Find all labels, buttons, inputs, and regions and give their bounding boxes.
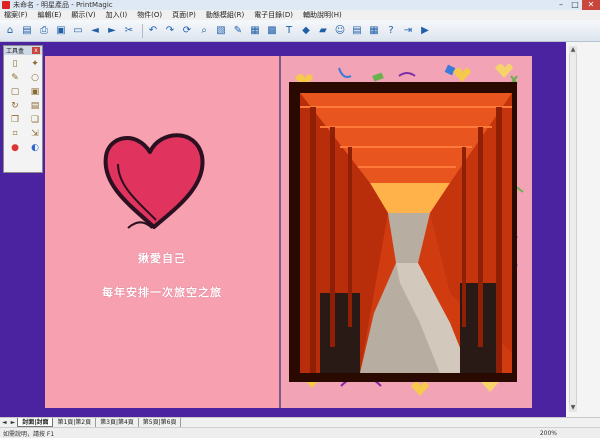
toolbox-close-button[interactable]: x <box>32 47 40 54</box>
play-icon[interactable]: ▶ <box>418 24 432 38</box>
toolbox-panel[interactable]: 工具盒 x ▯ ✦ ✎ ○ ▢ ▣ ↻ ▤ ❐ ❏ ⌗ ⇲ ● ◐ <box>3 45 43 173</box>
status-help-text: 如需說明，請按 F1 <box>3 430 55 438</box>
scroll-down-arrow[interactable]: ▼ <box>569 404 577 412</box>
back-icon[interactable]: ◄ <box>88 24 102 38</box>
duplicate-icon[interactable]: ❏ <box>28 114 42 126</box>
color-icon[interactable]: ● <box>8 142 22 154</box>
help-icon[interactable]: ? <box>384 24 398 38</box>
tab-pages-5-6[interactable]: 第5頁|第6頁 <box>139 418 182 427</box>
search-icon[interactable]: ⌕ <box>197 24 211 38</box>
menu-object[interactable]: 物件(O) <box>135 10 170 20</box>
rotate-icon[interactable]: ↻ <box>8 100 22 112</box>
calendar-icon[interactable]: ▦ <box>367 24 381 38</box>
undo-icon[interactable]: ↶ <box>146 24 160 38</box>
image-icon[interactable]: ▣ <box>28 86 42 98</box>
home-icon[interactable]: ⌂ <box>3 24 17 38</box>
edit-image-icon[interactable]: ✎ <box>231 24 245 38</box>
tab-next-icon[interactable]: ► <box>9 419 18 426</box>
menu-ecatalog[interactable]: 電子目錄(D) <box>252 10 301 20</box>
toolbox-title: 工具盒 <box>6 48 25 55</box>
image-icon[interactable]: ▧ <box>214 24 228 38</box>
redo-icon[interactable]: ↷ <box>163 24 177 38</box>
folder-icon[interactable]: ▰ <box>316 24 330 38</box>
close-button[interactable]: ✕ <box>582 0 600 10</box>
circle-icon[interactable]: ○ <box>28 72 42 84</box>
heart-graphic[interactable] <box>98 124 210 234</box>
menu-view[interactable]: 顯示(V) <box>69 10 103 20</box>
menu-bar: 檔案(F) 編輯(E) 顯示(V) 加入(I) 物件(O) 頁面(P) 動態模組… <box>0 10 600 20</box>
minimize-button[interactable]: – <box>554 0 568 10</box>
cut-icon[interactable]: ✂ <box>122 24 136 38</box>
menu-dynamic-module[interactable]: 動態模組(R) <box>204 10 252 20</box>
crop-icon[interactable]: ⌗ <box>8 128 22 140</box>
zoom-level: 200% <box>539 429 557 437</box>
menu-edit[interactable]: 編輯(E) <box>36 10 70 20</box>
print-icon[interactable]: ⎙ <box>37 24 51 38</box>
menu-page[interactable]: 頁面(P) <box>170 10 204 20</box>
menu-file[interactable]: 檔案(F) <box>2 10 36 20</box>
gallery-icon[interactable]: ▩ <box>265 24 279 38</box>
status-bar: 如需說明，請按 F1 200% <box>0 427 600 438</box>
page-tab-bar: ◄ ► 封面|封面 第1頁|第2頁 第3頁|第4頁 第5頁|第6頁 <box>0 417 600 427</box>
tab-pages-3-4[interactable]: 第3頁|第4頁 <box>96 418 139 427</box>
window-title: 未命名 - 明星產品 - PrintMagic <box>13 1 113 9</box>
menu-help[interactable]: 輔助說明(H) <box>301 10 350 20</box>
copy-icon[interactable]: ❐ <box>8 114 22 126</box>
text-icon[interactable]: T <box>282 24 296 38</box>
tab-prev-icon[interactable]: ◄ <box>0 419 9 426</box>
tab-cover[interactable]: 封面|封面 <box>17 418 54 427</box>
title-bar: 未命名 - 明星產品 - PrintMagic – □ ✕ <box>0 0 600 10</box>
open-icon[interactable]: ▤ <box>20 24 34 38</box>
shape-icon[interactable]: ◆ <box>299 24 313 38</box>
torii-tunnel-photo[interactable] <box>300 93 512 373</box>
preview-icon[interactable]: ▣ <box>54 24 68 38</box>
toolbar-separator <box>142 23 143 38</box>
user-icon[interactable]: ☺ <box>333 24 347 38</box>
maximize-button[interactable]: □ <box>568 0 582 10</box>
resize-icon[interactable]: ⇲ <box>28 128 42 140</box>
template-icon[interactable]: ▤ <box>350 24 364 38</box>
magic-wand-icon[interactable]: ✦ <box>28 58 42 70</box>
main-toolbar: ⌂ ▤ ⎙ ▣ ▭ ◄ ► ✂ ↶ ↷ ⟳ ⌕ ▧ ✎ ▦ ▩ T ◆ ▰ ☺ … <box>0 20 600 42</box>
export-icon[interactable]: ⇥ <box>401 24 415 38</box>
page-setup-icon[interactable]: ▭ <box>71 24 85 38</box>
scroll-up-arrow[interactable]: ▲ <box>569 46 577 54</box>
layers-icon[interactable]: ▦ <box>248 24 262 38</box>
forward-icon[interactable]: ► <box>105 24 119 38</box>
app-icon <box>2 1 10 9</box>
frame-icon[interactable]: ▢ <box>8 86 22 98</box>
tab-pages-1-2[interactable]: 第1頁|第2頁 <box>53 418 97 427</box>
toolbox-titlebar[interactable]: 工具盒 x <box>4 46 42 55</box>
refresh-icon[interactable]: ⟳ <box>180 24 194 38</box>
new-page-icon[interactable]: ▯ <box>8 58 22 70</box>
left-page-subtitle[interactable]: 每年安排一次旅空之旅 <box>45 284 279 300</box>
vertical-scrollbar[interactable] <box>569 46 577 412</box>
menu-insert[interactable]: 加入(I) <box>104 10 136 20</box>
left-page-headline[interactable]: 揪愛自己 <box>45 250 279 266</box>
arrange-icon[interactable]: ▤ <box>28 100 42 112</box>
pencil-icon[interactable]: ✎ <box>8 72 22 84</box>
shadow-icon[interactable]: ◐ <box>28 142 42 154</box>
